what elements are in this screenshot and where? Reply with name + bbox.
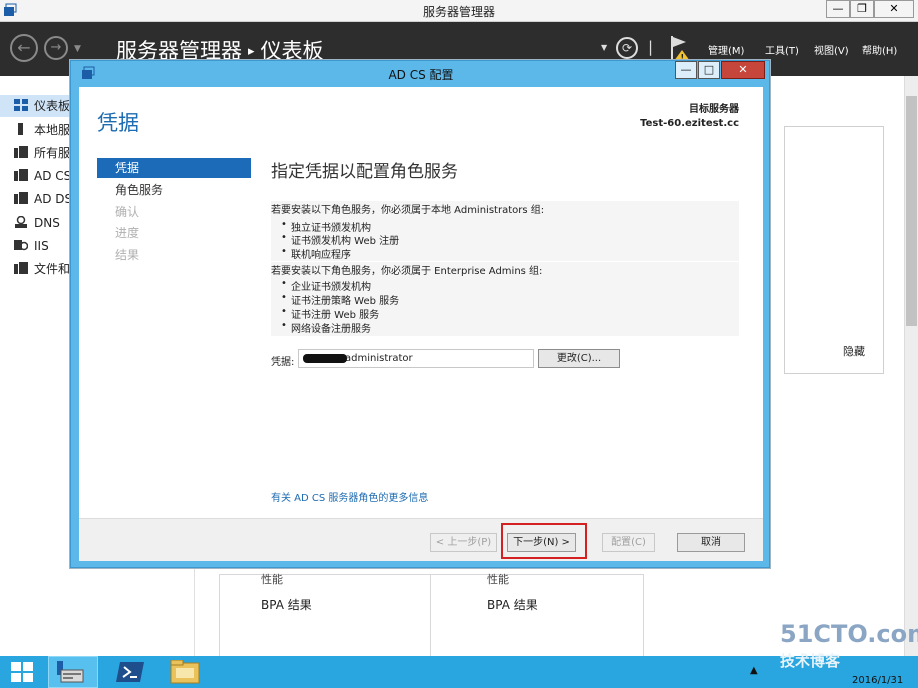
list-item: 网络设备注册服务 [281, 320, 371, 335]
wizard-nav-role-services[interactable]: 角色服务 [97, 180, 251, 200]
dashboard-tile[interactable]: 性能 BPA 结果 [219, 573, 431, 656]
sidebar-item-label: IIS [34, 239, 49, 253]
taskbar-server-manager[interactable] [48, 656, 98, 688]
wizard-nav-progress: 进度 [115, 226, 140, 240]
list-item: 联机响应程序 [281, 246, 351, 261]
wizard-nav-results: 结果 [115, 248, 140, 262]
credentials-field[interactable]: administrator [298, 349, 534, 368]
page-scrollbar[interactable] [904, 76, 918, 656]
servers-icon [14, 146, 28, 158]
wizard-nav-credentials[interactable]: 凭据 [97, 158, 251, 178]
more-info-link[interactable]: 有关 AD CS 服务器角色的更多信息 [271, 489, 428, 504]
tile-performance-label: 性能 [261, 573, 283, 586]
adds-icon [14, 192, 28, 204]
refresh-icon: ⟳ [621, 41, 633, 55]
local-admin-text: 若要安装以下角色服务，你必须属于本地 Administrators 组: [271, 205, 545, 216]
sidebar-item-label: 文件和 [34, 262, 71, 276]
cancel-button[interactable]: 取消 [677, 533, 745, 552]
forward-arrow-icon: → [50, 40, 62, 55]
change-credentials-button[interactable]: 更改(C)... [538, 349, 620, 368]
file-services-icon [14, 262, 28, 274]
dns-icon [15, 216, 27, 228]
adcs-icon [14, 169, 28, 181]
back-arrow-icon: ← [17, 38, 31, 57]
list-item: 证书注册策略 Web 服务 [281, 292, 399, 307]
next-button[interactable]: 下一步(N) > [507, 533, 576, 552]
redaction-mark [303, 354, 347, 363]
server-manager-taskbar-icon [57, 661, 84, 683]
wizard-nav-confirmation: 确认 [115, 205, 140, 219]
windows-logo-icon [11, 662, 33, 682]
configure-button: 配置(C) [602, 533, 655, 552]
taskbar-powershell[interactable] [108, 656, 152, 688]
local-admin-info: 若要安装以下角色服务，你必须属于本地 Administrators 组: 独立证… [271, 201, 739, 261]
menu-manage[interactable]: 管理(M) [708, 42, 744, 57]
dashboard-side-panel [784, 126, 884, 374]
breadcrumb-separator: ▸ [248, 44, 255, 59]
window-minimize-button[interactable]: — [826, 0, 850, 18]
dialog-footer: < 上一步(P) 下一步(N) > 配置(C) 取消 [79, 518, 763, 561]
content-title: 指定凭据以配置角色服务 [271, 162, 458, 182]
refresh-dropdown-icon[interactable]: ▼ [601, 43, 607, 52]
page-title: 凭据 [97, 111, 139, 135]
list-item: 企业证书颁发机构 [281, 278, 371, 293]
dialog-minimize-button[interactable]: — [675, 61, 697, 79]
sidebar-item-label: AD DS [34, 192, 73, 206]
tile-bpa-label[interactable]: BPA 结果 [487, 596, 538, 613]
clock-date[interactable]: 2016/1/31 [852, 675, 903, 686]
dashboard-tile[interactable]: 性能 BPA 结果 [430, 573, 644, 656]
enterprise-admin-info: 若要安装以下角色服务，你必须属于 Enterprise Admins 组: 企业… [271, 262, 739, 336]
history-dropdown-icon[interactable]: ▼ [74, 44, 81, 54]
watermark-blog: 技术博客 [780, 652, 841, 670]
folder-icon [170, 660, 200, 684]
previous-button: < 上一步(P) [430, 533, 497, 552]
scrollbar-thumb[interactable] [906, 96, 917, 326]
list-item: 证书颁发机构 Web 注册 [281, 232, 399, 247]
menu-view[interactable]: 视图(V) [814, 42, 849, 57]
sidebar-item-label: 仪表板 [34, 99, 71, 113]
sidebar-item-label: 所有服 [34, 146, 71, 160]
window-close-button[interactable]: ✕ [874, 0, 914, 18]
back-button[interactable]: ← [10, 34, 38, 62]
iis-icon [14, 240, 28, 251]
adcs-config-dialog: AD CS 配置 — □ ✕ 凭据 目标服务器 Test-60.ezitest.… [70, 60, 770, 568]
dialog-title: AD CS 配置 [388, 68, 454, 82]
list-item: 证书注册 Web 服务 [281, 306, 379, 321]
watermark-site: 51CTO.com [780, 620, 918, 648]
menu-tools[interactable]: 工具(T) [765, 42, 799, 57]
forward-button[interactable]: → [44, 36, 68, 60]
powershell-icon [116, 662, 144, 682]
dialog-close-button[interactable]: ✕ [721, 61, 765, 79]
dialog-maximize-button[interactable]: □ [698, 61, 720, 79]
server-icon [18, 123, 23, 135]
target-server-value: Test-60.ezitest.cc [640, 118, 739, 129]
credentials-label: 凭据: [271, 357, 295, 368]
notifications-flag-icon[interactable]: ! [668, 34, 694, 62]
sidebar-item-label: DNS [34, 216, 60, 230]
start-button[interactable] [0, 656, 46, 688]
sidebar-item-label: AD CS [34, 169, 72, 183]
target-server-label: 目标服务器 [689, 104, 739, 115]
tray-overflow-arrow[interactable]: ▲ [750, 665, 758, 676]
tile-performance-label: 性能 [487, 573, 509, 586]
window-title: 服务器管理器 [422, 5, 495, 19]
refresh-button[interactable]: ⟳ [616, 37, 638, 59]
hide-link[interactable]: 隐藏 [843, 343, 865, 359]
credentials-value: administrator [345, 353, 413, 364]
sidebar-item-label: 本地服 [34, 123, 71, 137]
server-manager-titlebar: 服务器管理器 — ❐ ✕ [0, 0, 918, 22]
window-restore-button[interactable]: ❐ [850, 0, 874, 18]
dialog-content: 凭据 目标服务器 Test-60.ezitest.cc 凭据 角色服务 确认 进… [79, 87, 763, 561]
dashboard-grid-icon [14, 99, 28, 111]
tile-bpa-label[interactable]: BPA 结果 [261, 596, 312, 613]
enterprise-admin-text: 若要安装以下角色服务，你必须属于 Enterprise Admins 组: [271, 266, 543, 277]
menu-help[interactable]: 帮助(H) [862, 42, 897, 57]
taskbar-file-explorer[interactable] [164, 656, 208, 688]
dialog-titlebar[interactable]: AD CS 配置 — □ ✕ [71, 61, 771, 87]
header-separator: | [648, 38, 654, 56]
